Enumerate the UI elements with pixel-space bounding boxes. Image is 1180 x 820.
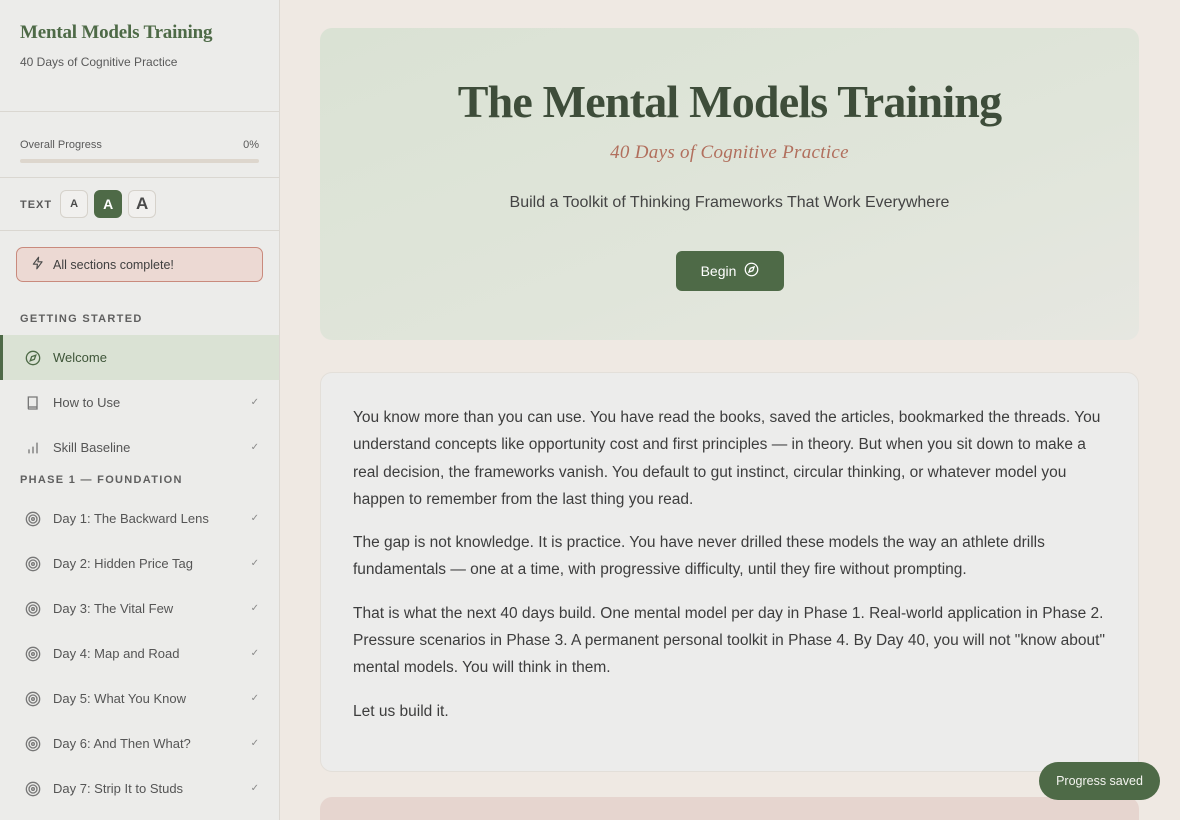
nav-item-day-2[interactable]: Day 2: Hidden Price Tag ✓ (0, 541, 279, 586)
nav-item-day-4[interactable]: Day 4: Map and Road ✓ (0, 631, 279, 676)
target-icon (25, 601, 41, 617)
progress-saved-toast: Progress saved (1039, 762, 1160, 800)
begin-button[interactable]: Begin (676, 251, 784, 291)
brand-subtitle: 40 Days of Cognitive Practice (20, 55, 178, 69)
target-icon (25, 781, 41, 797)
nav-item-day-3[interactable]: Day 3: The Vital Few ✓ (0, 586, 279, 631)
nav-item-label: Day 7: Strip It to Studs (53, 781, 184, 796)
text-size-small-button[interactable]: A (60, 190, 89, 218)
hero-subtitle: 40 Days of Cognitive Practice (610, 142, 849, 163)
hero-banner: The Mental Models Training 40 Days of Co… (320, 28, 1139, 340)
lightning-icon (31, 256, 45, 273)
target-icon (25, 556, 41, 572)
intro-paragraph: Let us build it. (353, 702, 449, 720)
sidebar: Mental Models Training 40 Days of Cognit… (0, 0, 280, 820)
check-icon: ✓ (250, 603, 259, 614)
nav-item-label: Welcome (53, 350, 107, 365)
section-header-getting-started: GETTING STARTED (20, 313, 143, 325)
nav-item-label: How to Use (53, 395, 121, 410)
intro-paragraph: That is what the next 40 days build. One… (353, 604, 1105, 677)
check-icon: ✓ (250, 513, 259, 524)
check-icon: ✓ (250, 738, 259, 749)
target-icon (25, 736, 41, 752)
next-section-card (320, 797, 1139, 820)
nav-item-label: Day 5: What You Know (53, 691, 186, 706)
sections-complete-badge[interactable]: All sections complete! (16, 247, 263, 282)
progress-label: Overall Progress (20, 139, 102, 151)
nav-item-skill-baseline[interactable]: Skill Baseline ✓ (0, 425, 279, 470)
intro-paragraph: You know more than you can use. You have… (353, 409, 1101, 508)
nav-item-how-to-use[interactable]: How to Use ✓ (0, 380, 279, 425)
overall-progress: Overall Progress 0% (0, 112, 279, 178)
check-icon: ✓ (250, 648, 259, 659)
sidebar-brand: Mental Models Training 40 Days of Cognit… (0, 0, 279, 112)
nav-item-day-6[interactable]: Day 6: And Then What? ✓ (0, 721, 279, 766)
section-header-phase-1: PHASE 1 — FOUNDATION (20, 474, 183, 486)
brand-title[interactable]: Mental Models Training (20, 22, 259, 44)
nav-item-day-7[interactable]: Day 7: Strip It to Studs ✓ (0, 766, 279, 811)
nav-item-label: Day 2: Hidden Price Tag (53, 556, 193, 571)
check-icon: ✓ (250, 693, 259, 704)
compass-icon (744, 262, 759, 280)
complete-badge-text: All sections complete! (53, 257, 174, 272)
progress-value: 0% (243, 139, 259, 151)
check-icon: ✓ (250, 397, 259, 408)
nav-item-label: Day 3: The Vital Few (53, 601, 174, 616)
intro-paragraph: The gap is not knowledge. It is practice… (353, 534, 1045, 579)
target-icon (25, 691, 41, 707)
book-icon (25, 395, 41, 411)
nav-item-label: Day 1: The Backward Lens (53, 511, 209, 526)
begin-button-label: Begin (700, 263, 737, 279)
check-icon: ✓ (250, 783, 259, 794)
text-size-medium-button[interactable]: A (94, 190, 123, 218)
nav-item-label: Day 6: And Then What? (53, 736, 191, 751)
progress-bar (20, 159, 259, 163)
nav-item-day-5[interactable]: Day 5: What You Know ✓ (0, 676, 279, 721)
intro-card: You know more than you can use. You have… (320, 372, 1139, 772)
check-icon: ✓ (250, 442, 259, 453)
page-title: The Mental Models Training (457, 76, 1002, 127)
compass-icon (25, 350, 41, 366)
nav-item-welcome[interactable]: Welcome (0, 335, 279, 380)
nav-item-label: Day 4: Map and Road (53, 646, 180, 661)
target-icon (25, 511, 41, 527)
bar-chart-icon (25, 440, 41, 456)
check-icon: ✓ (250, 558, 259, 569)
nav-item-label: Skill Baseline (53, 440, 131, 455)
hero-tagline: Build a Toolkit of Thinking Frameworks T… (509, 194, 950, 211)
text-size-label: TEXT (20, 199, 53, 211)
target-icon (25, 646, 41, 662)
nav-item-day-1[interactable]: Day 1: The Backward Lens ✓ (0, 496, 279, 541)
text-size-control: TEXT A A A (0, 178, 279, 231)
text-size-large-button[interactable]: A (128, 190, 157, 218)
